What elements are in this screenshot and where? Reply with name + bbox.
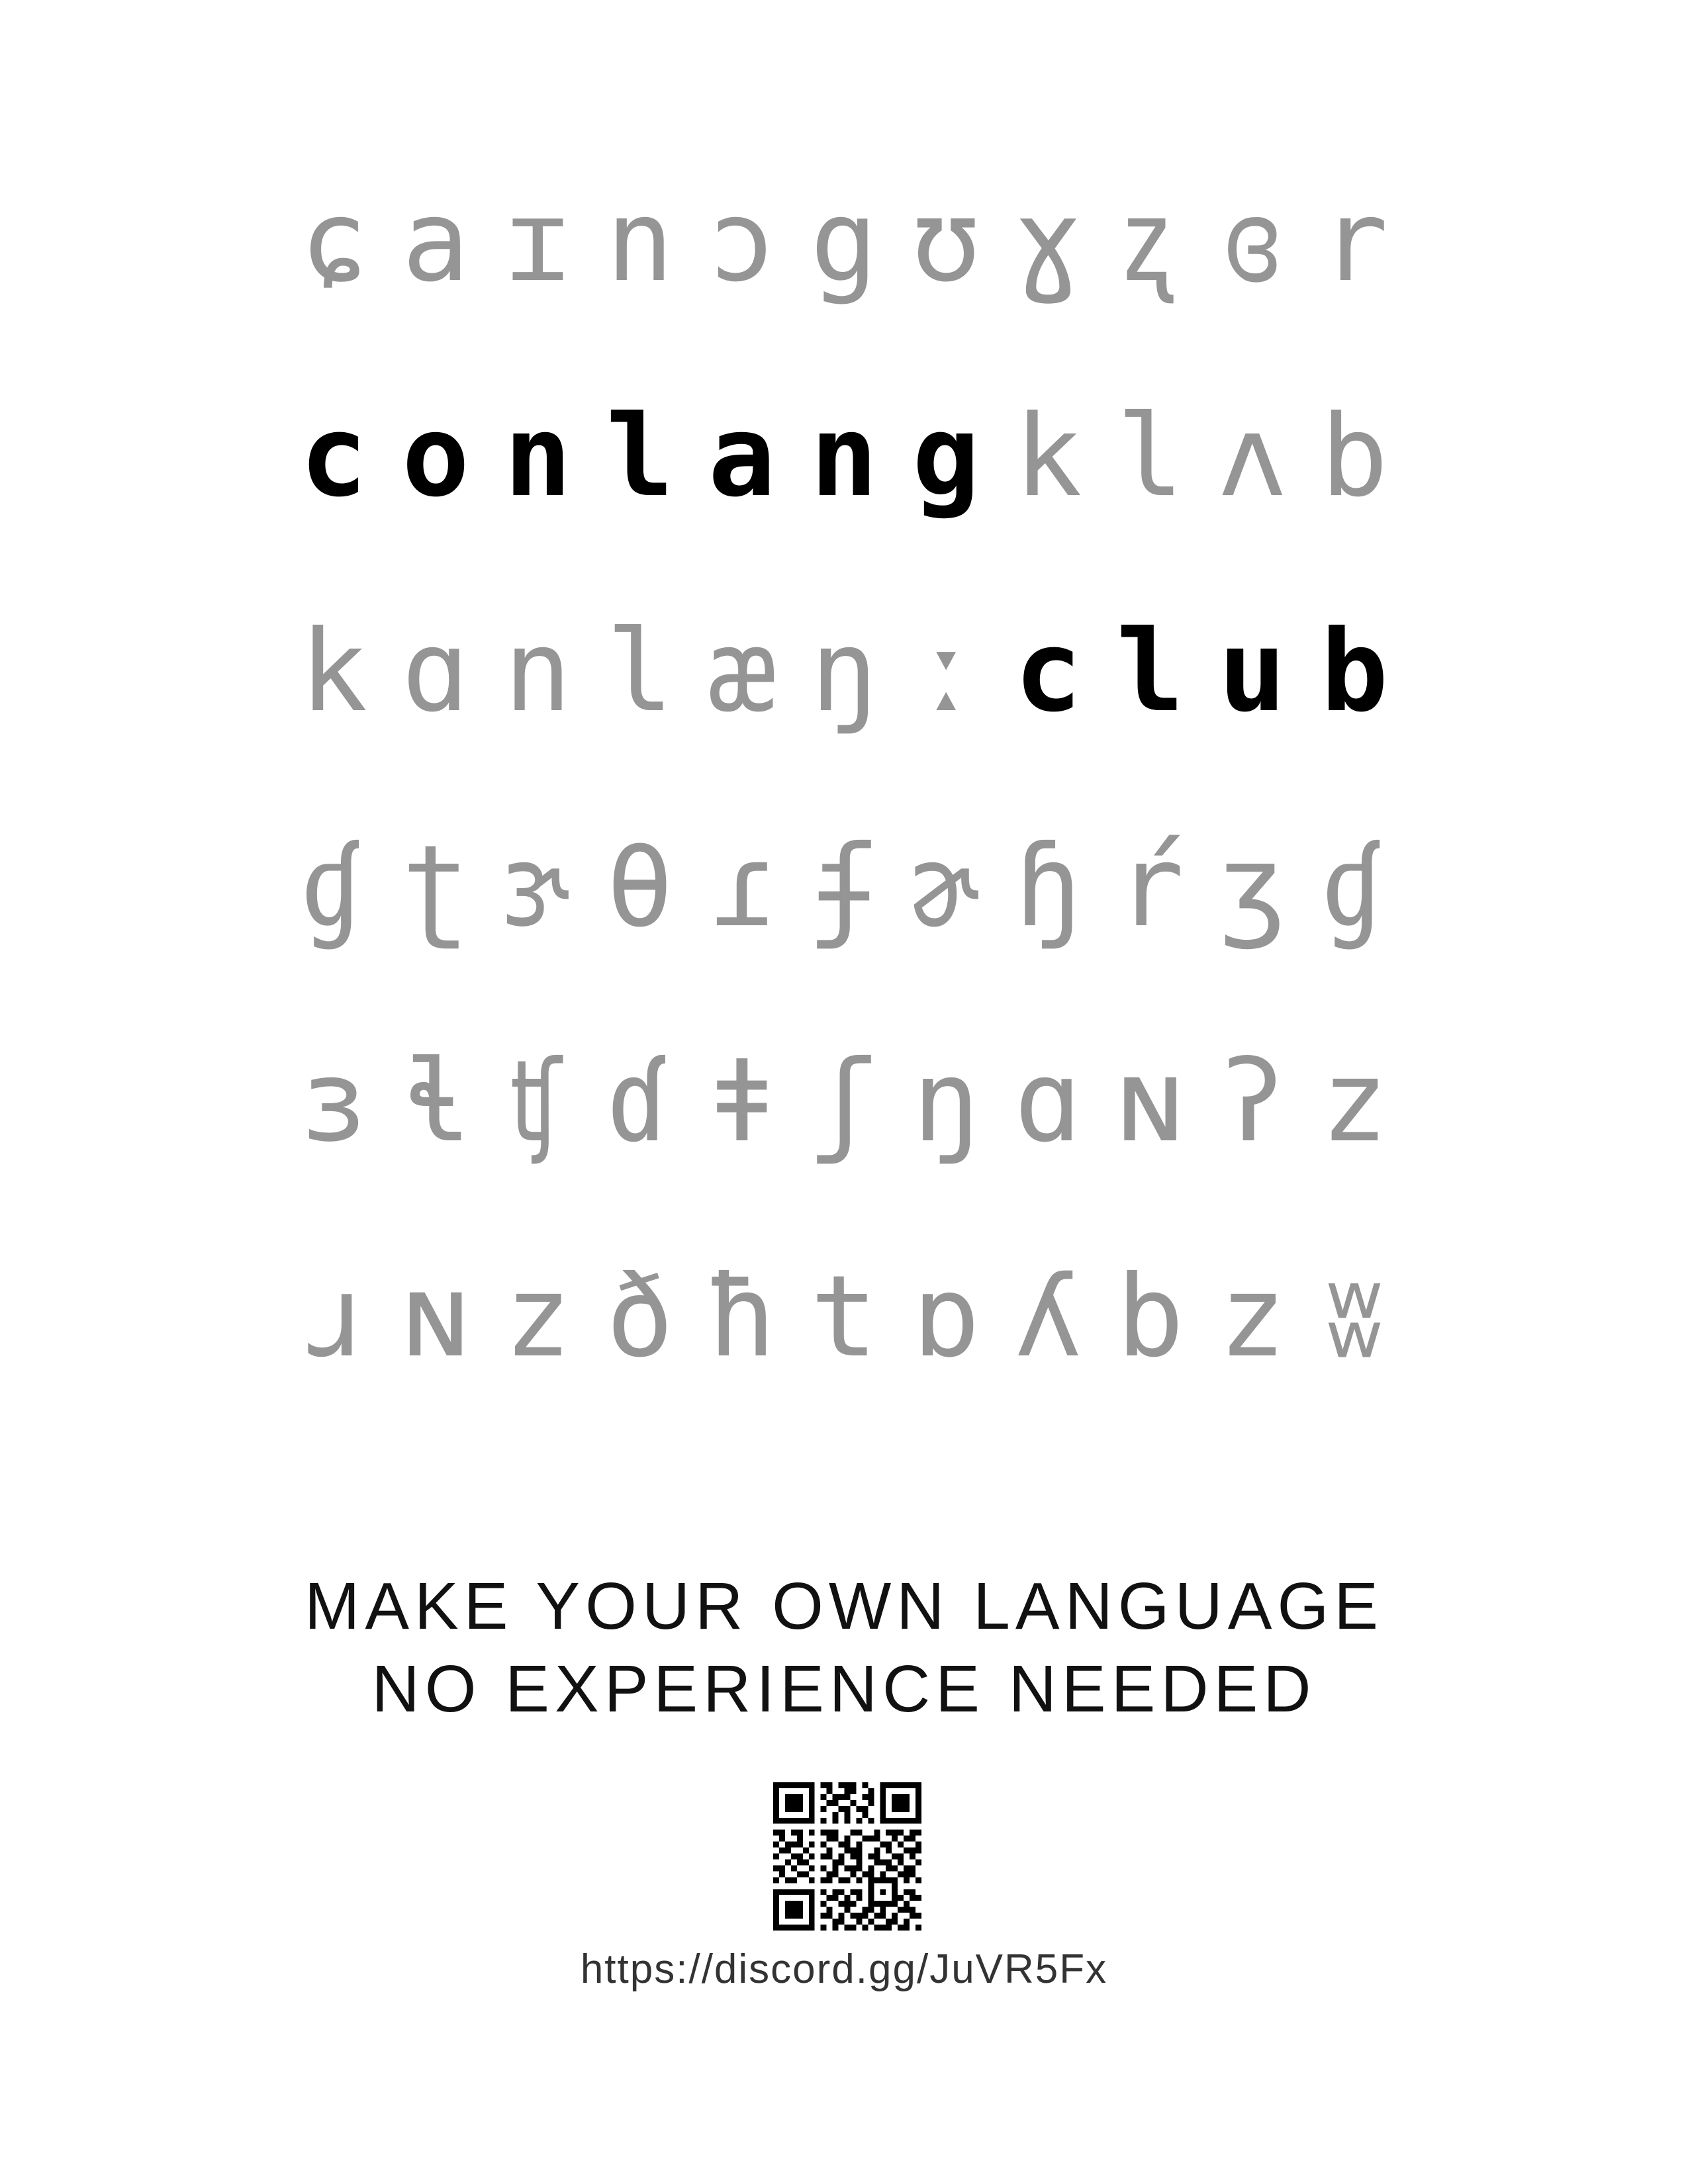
tagline-line-2: NO EXPERIENCE NEEDED [371,1652,1317,1726]
ipa-letter: ʐ [1116,176,1184,307]
ipa-letter: ŕ [1116,821,1184,952]
ipa-letter: b [1320,391,1389,522]
ipa-letter: ŋ [810,606,878,737]
ipa-letter: ʈ [402,821,470,952]
ipa-letter: æ [708,606,776,737]
ipa-letter: ʒ [1218,821,1286,952]
ipa-letter: ɾ [708,821,776,952]
ipa-letter: ǂ [708,1036,776,1167]
ipa-letter: ʃ [810,1036,878,1167]
qr-code-image[interactable] [773,1782,921,1931]
title-letter: l [1116,606,1184,737]
title-letter: b [1320,606,1389,737]
ipa-letter: ɧ [1014,821,1082,952]
title-letter: a [708,391,776,522]
title-letter: c [1014,606,1082,737]
ipa-letter: ɞ [1218,176,1286,307]
ipa-letter: k [1014,391,1082,522]
ipa-letter: r [1320,176,1389,307]
ipa-letter: t [810,1251,878,1383]
ipa-letter: n [504,606,572,737]
ipa-letter: ʬ [1320,1251,1389,1383]
ipa-letter: θ [606,821,674,952]
ipa-letter: ɬ [402,1036,470,1167]
ipa-letter: k [299,606,368,737]
ipa-letter: ɗ [606,1036,674,1167]
ipa-letter: ɪ [504,176,572,307]
ipa-letter: ɠ [299,821,368,952]
title-letter: n [810,391,878,522]
ipa-letter: ɠ [1320,821,1389,952]
ipa-letter: ʧ [504,1036,572,1167]
ipa-letter: ɴ [1116,1036,1184,1167]
ipa-row-1: ɕaɪnɔgʊɣʐɞr [281,159,1407,324]
ipa-letter: ŋ [912,1036,980,1167]
ipa-letter: l [1116,391,1184,522]
ipa-letter: z [1218,1251,1286,1383]
ipa-letter: g [810,176,878,307]
ipa-letter: a [402,176,470,307]
ipa-letter: n [606,176,674,307]
ipa-letter: ɒ [912,1251,980,1383]
ipa-letter: ð [606,1251,674,1383]
ipa-row-4: ɠʈɝθɾʄɚɧŕʒɠ [281,804,1407,970]
ipa-letter: ɑ [1014,1036,1082,1167]
ipa-letter: ɜ [299,1036,368,1167]
ipa-letter: ʎ [1014,1251,1082,1383]
ipa-letter: ʄ [810,821,878,952]
title-letter: l [606,391,674,522]
ipa-letter: ɹ [299,1251,368,1383]
ipa-letter: ħ [708,1251,776,1383]
ipa-letter: ɔ [708,176,776,307]
title-letter: g [912,391,980,522]
ipa-letter: ʔ [1218,1036,1286,1167]
ipa-letter: ʌ [1218,391,1286,522]
ipa-letter: ɣ [1014,176,1082,307]
title-letter: n [504,391,572,522]
ipa-letter: z [1320,1036,1389,1167]
ipa-letter-grid: ɕaɪnɔgʊɣʐɞr conlangklʌb kɑnlæŋːclub ɠʈɝθ… [0,0,1688,1390]
ipa-row-6: ɹɴzðħtɒʎbzʬ [281,1234,1407,1400]
ipa-letter: ɚ [912,821,980,952]
title-letter: c [299,391,368,522]
ipa-letter: ː [912,606,980,737]
ipa-letter: ɑ [402,606,470,737]
ipa-letter: ɕ [299,176,368,307]
ipa-row-5: ɜɬʧɗǂʃŋɑɴʔz [281,1019,1407,1185]
ipa-letter: b [1116,1251,1184,1383]
title-letter: u [1218,606,1286,737]
ipa-letter: l [606,606,674,737]
title-row-club: kɑnlæŋːclub [281,589,1407,754]
ipa-letter: ɴ [402,1251,470,1383]
title-row-conlang: conlangklʌb [281,374,1407,539]
ipa-letter: ʊ [912,176,980,307]
tagline-line-1: MAKE YOUR OWN LANGUAGE [305,1569,1383,1643]
title-letter: o [402,391,470,522]
ipa-letter: z [504,1251,572,1383]
discord-invite-link[interactable]: https://discord.gg/JuVR5Fx [0,1949,1688,1990]
ipa-letter: ɝ [504,821,572,952]
